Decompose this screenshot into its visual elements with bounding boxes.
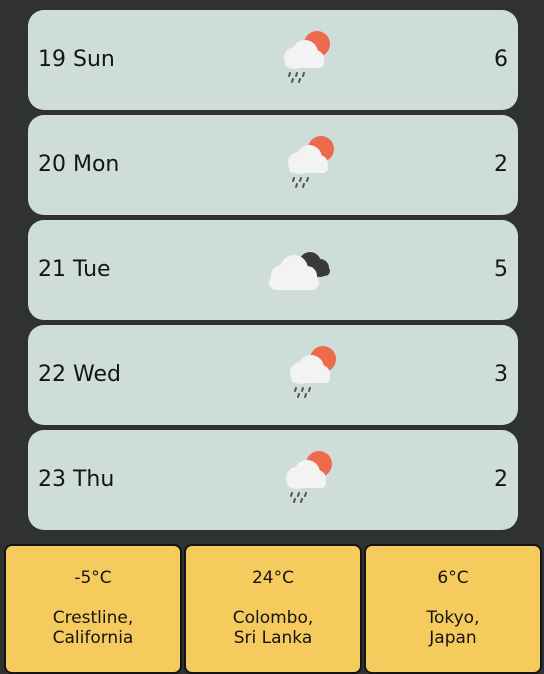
- city-region-line: California: [52, 628, 134, 648]
- day-value: 6: [494, 47, 508, 72]
- sun-cloud-rain-icon: [286, 451, 332, 503]
- city-temperature: -5°C: [74, 568, 112, 588]
- city-card-colombo[interactable]: 24°C Colombo, Sri Lanka: [184, 544, 362, 674]
- city-name-line: Crestline,: [52, 608, 134, 628]
- city-card-crestline[interactable]: -5°C Crestline, California: [4, 544, 182, 674]
- day-label: 23 Thu: [38, 467, 115, 492]
- forecast-day-card[interactable]: 19 Sun 6: [28, 10, 518, 110]
- city-region-line: Japan: [429, 628, 477, 648]
- forecast-day-card[interactable]: 21 Tue 5: [28, 220, 518, 320]
- forecast-day-card[interactable]: 22 Wed 3: [28, 325, 518, 425]
- city-temperature: 24°C: [251, 568, 294, 588]
- city-name-line: Tokyo,: [426, 608, 480, 628]
- city-cards: -5°C Crestline, California 24°C Colombo,…: [4, 544, 544, 674]
- day-label: 21 Tue: [38, 257, 111, 282]
- city-name: Tokyo, Japan: [366, 608, 540, 648]
- day-value: 2: [494, 152, 508, 177]
- sun-cloud-rain-icon: [284, 31, 330, 83]
- forecast-list: 19 Sun 6 20 Mon 2 21 Tue 5 22 Wed 3 23 T…: [28, 10, 518, 535]
- city-name: Crestline, California: [6, 608, 180, 648]
- day-label: 22 Wed: [38, 362, 121, 387]
- city-temperature: 6°C: [437, 568, 469, 588]
- day-label: 19 Sun: [38, 47, 115, 72]
- day-label: 20 Mon: [38, 152, 120, 177]
- sun-cloud-rain-icon: [290, 346, 336, 398]
- day-value: 3: [494, 362, 508, 387]
- forecast-day-card[interactable]: 23 Thu 2: [28, 430, 518, 530]
- dark-cloud-icon: [269, 252, 330, 290]
- forecast-day-card[interactable]: 20 Mon 2: [28, 115, 518, 215]
- city-name-line: Colombo,: [232, 608, 314, 628]
- sun-cloud-rain-icon: [288, 136, 334, 188]
- city-name: Colombo, Sri Lanka: [186, 608, 360, 648]
- city-card-tokyo[interactable]: 6°C Tokyo, Japan: [364, 544, 542, 674]
- city-region-line: Sri Lanka: [233, 628, 313, 648]
- day-value: 5: [494, 257, 508, 282]
- day-value: 2: [494, 467, 508, 492]
